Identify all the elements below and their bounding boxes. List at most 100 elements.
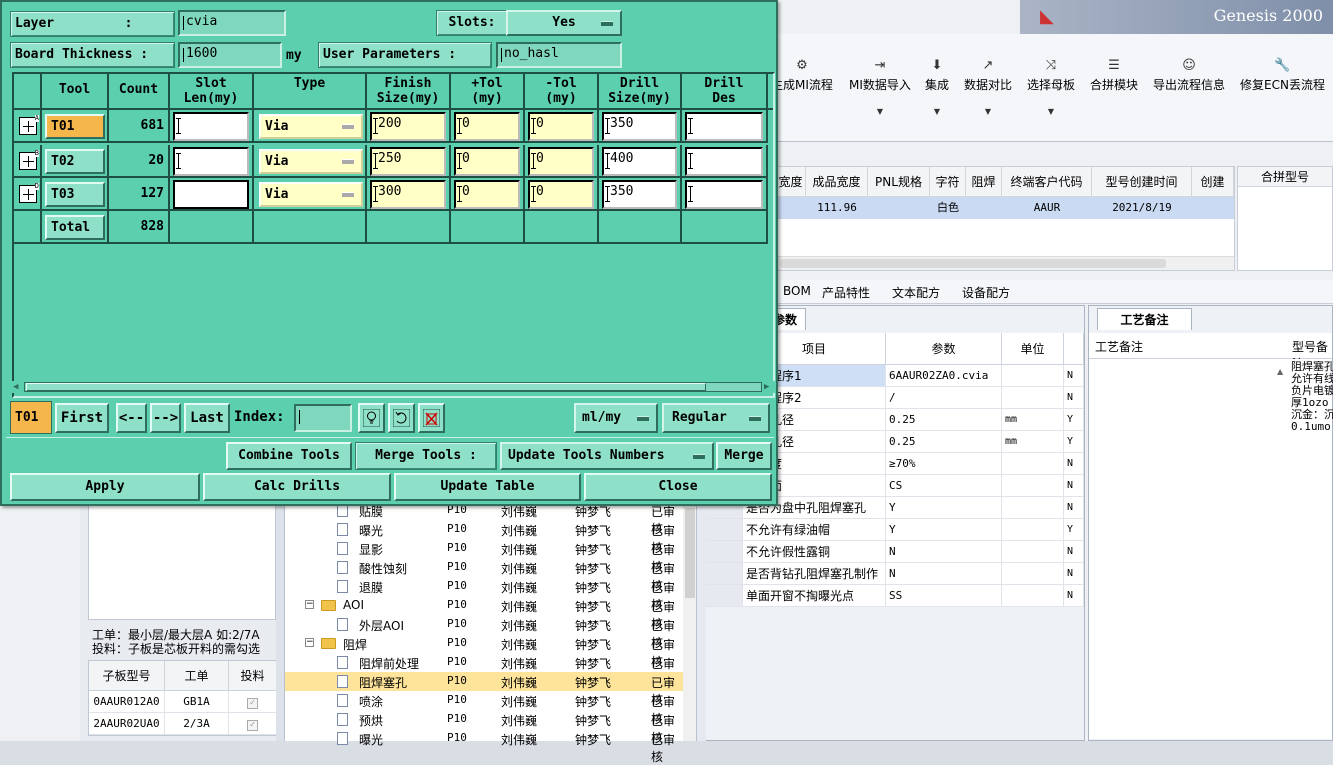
tree-item[interactable]: 阻焊前处理P10刘伟巍钟梦飞已审核 [285, 653, 683, 688]
table-row[interactable]: 是否背钻孔阻焊塞孔制作 N N [701, 563, 1084, 585]
splitter[interactable] [696, 500, 706, 741]
next-button[interactable]: --> [150, 403, 181, 433]
first-button[interactable]: First [55, 403, 109, 433]
merge-button[interactable]: Merge [716, 442, 772, 470]
drill-description-input[interactable] [685, 147, 763, 176]
table-row[interactable]: 0AAUR012A0 GB1A ✓ [89, 691, 277, 713]
column-header-count[interactable]: Count [109, 74, 170, 110]
slots-select[interactable]: Yes [506, 10, 622, 36]
chevron-down-icon[interactable]: ▼ [964, 107, 1012, 116]
tree-item[interactable]: − AOI P10 刘伟巍 钟梦飞 已审核 [285, 596, 683, 631]
tree-item[interactable]: 外层AOI P10 刘伟巍 钟梦飞 已审核 [285, 615, 683, 650]
table-row[interactable]: 不允许有绿油帽 Y Y [701, 519, 1084, 541]
slot-length-input[interactable] [173, 112, 249, 141]
delete-icon[interactable] [418, 403, 445, 433]
finish-size-input[interactable]: 300 [370, 180, 446, 209]
tool-button[interactable]: T03 [45, 182, 105, 207]
table-row[interactable]: 2AAUR02UA0 2/3A ✓ [89, 713, 277, 735]
ribbon-button-export-flow[interactable]: ☺ 导出流程信息 [1153, 58, 1225, 93]
collapse-icon[interactable]: − [305, 638, 314, 647]
tool-button[interactable]: T01 [45, 114, 105, 139]
column-header-tool[interactable]: Tool [42, 74, 109, 110]
chevron-down-icon[interactable]: ▼ [925, 107, 949, 116]
slot-length-input[interactable] [173, 180, 249, 209]
tree-item[interactable]: 曝光 P10 刘伟巍 钟梦飞 已审核 [285, 520, 683, 555]
slot-length-input[interactable] [173, 147, 249, 176]
chevron-down-icon[interactable]: ▼ [849, 107, 911, 116]
units-select[interactable]: ml/my [574, 403, 658, 433]
update-table-button[interactable]: Update Table [394, 473, 581, 501]
scroll-right-icon[interactable]: ▶ [764, 382, 769, 392]
index-field[interactable] [294, 404, 352, 432]
tree-item[interactable]: 曝光 P10 刘伟巍 钟梦飞 已审核 [285, 729, 683, 764]
tab-bom[interactable]: BOM [783, 284, 811, 298]
column-header-slot-length[interactable]: Slot Len(my) [170, 74, 254, 110]
calc-drills-button[interactable]: Calc Drills [203, 473, 391, 501]
minus-tolerance-input[interactable]: 0 [528, 180, 594, 209]
collapse-icon[interactable]: − [305, 600, 314, 609]
mode-select[interactable]: Regular [662, 403, 770, 433]
column-header-finish-size[interactable]: Finish Size(my) [367, 74, 451, 110]
board-thickness-field[interactable]: 1600 [178, 42, 282, 68]
table-row[interactable]: 单面开窗不掏曝光点 SS N [701, 585, 1084, 607]
user-parameters-field[interactable]: no_hasl [496, 42, 622, 68]
tree-item[interactable]: 喷涂 P10 刘伟巍 钟梦飞 已审核 [285, 691, 683, 726]
ribbon-button-mi-import[interactable]: ⇥ MI数据导入 ▼ [849, 58, 911, 116]
update-tools-numbers-select[interactable]: Update Tools Numbers [500, 442, 714, 470]
expand-icon[interactable]: A [19, 115, 39, 135]
table-row[interactable]: 不允许假性露铜 N N [701, 541, 1084, 563]
apply-button[interactable]: Apply [10, 473, 200, 501]
tree-item[interactable]: 显影 P10 刘伟巍 钟梦飞 已审核 [285, 539, 683, 574]
column-header-drill-description[interactable]: Drill Des [682, 74, 768, 110]
last-button[interactable]: Last [184, 403, 230, 433]
ribbon-button-compare[interactable]: ↗ 数据对比 ▼ [964, 58, 1012, 116]
finish-size-input[interactable]: 200 [370, 112, 446, 141]
feed-checkbox[interactable]: ✓ [247, 698, 258, 709]
combine-tools-button[interactable]: Combine Tools [226, 442, 352, 470]
column-header-type[interactable]: Type [254, 74, 367, 110]
expand-icon[interactable]: D [19, 183, 39, 203]
tab-product-features[interactable]: 产品特性 [822, 284, 870, 301]
lightbulb-icon[interactable] [358, 403, 385, 433]
drill-description-input[interactable] [685, 112, 763, 141]
scroll-left-icon[interactable]: ◀ [13, 382, 18, 392]
plus-tolerance-input[interactable]: 0 [454, 147, 520, 176]
refresh-icon[interactable] [388, 403, 415, 433]
type-select[interactable]: Via [259, 149, 363, 174]
process-notes-body[interactable]: ▲ 阻焊塞孔 允许有线 负片电镀 厚1ozo 沉金：沉 0.1umo [1089, 359, 1333, 739]
feed-checkbox[interactable]: ✓ [247, 720, 258, 731]
tree-item[interactable]: 退膜 P10 刘伟巍 钟梦飞 已审核 [285, 577, 683, 612]
ribbon-button-generate-mi[interactable]: ⚙ 生成MI流程 [771, 58, 833, 93]
layer-field[interactable]: cvia [178, 10, 286, 36]
ribbon-button-repair-ecn[interactable]: 🔧 修复ECN丢流程 [1240, 58, 1325, 93]
column-header-plus-tolerance[interactable]: +Tol (my) [451, 74, 525, 110]
drill-description-input[interactable] [685, 180, 763, 209]
merge-model-header[interactable]: 合拼型号 [1238, 167, 1332, 187]
column-header-drill-size[interactable]: Drill Size(my) [599, 74, 682, 110]
type-select[interactable]: Via [259, 114, 363, 139]
ribbon-button-merge-module[interactable]: ☰ 合拼模块 [1090, 58, 1138, 93]
vertical-scrollbar[interactable] [683, 500, 697, 741]
vertical-scrollbar[interactable] [276, 500, 284, 741]
tab-equipment-recipe[interactable]: 设备配方 [962, 284, 1010, 301]
drill-size-input[interactable]: 350 [602, 112, 677, 141]
minus-tolerance-input[interactable]: 0 [528, 112, 594, 141]
plus-tolerance-input[interactable]: 0 [454, 180, 520, 209]
ribbon-button-select-mother-board[interactable]: ⤨ 选择母板 ▼ [1027, 58, 1075, 116]
tab-process-notes[interactable]: 工艺备注 [1097, 308, 1192, 330]
plus-tolerance-input[interactable]: 0 [454, 112, 520, 141]
left-list-area[interactable] [88, 500, 276, 620]
tree-item[interactable]: 预烘 P10 刘伟巍 钟梦飞 已审核 [285, 710, 683, 745]
table-row[interactable]: 111.96 白色 AAUR 2021/8/19 [776, 197, 1234, 219]
chevron-down-icon[interactable]: ▼ [1027, 107, 1075, 116]
drill-size-input[interactable]: 400 [602, 147, 677, 176]
type-select[interactable]: Via [259, 182, 363, 207]
tab-text-recipe[interactable]: 文本配方 [892, 284, 940, 301]
scroll-thumb[interactable] [26, 383, 706, 391]
tree-item[interactable]: − 阻焊 P10 刘伟巍 钟梦飞 已审核 [285, 634, 683, 669]
horizontal-scrollbar[interactable] [776, 256, 1234, 270]
tree-item[interactable]: 阻焊塞孔 P10 刘伟巍 钟梦飞 已审核 [285, 672, 683, 707]
column-header-minus-tolerance[interactable]: -Tol (my) [525, 74, 599, 110]
horizontal-scrollbar[interactable]: ◀ ▶ [12, 381, 775, 393]
drill-size-input[interactable]: 350 [602, 180, 677, 209]
